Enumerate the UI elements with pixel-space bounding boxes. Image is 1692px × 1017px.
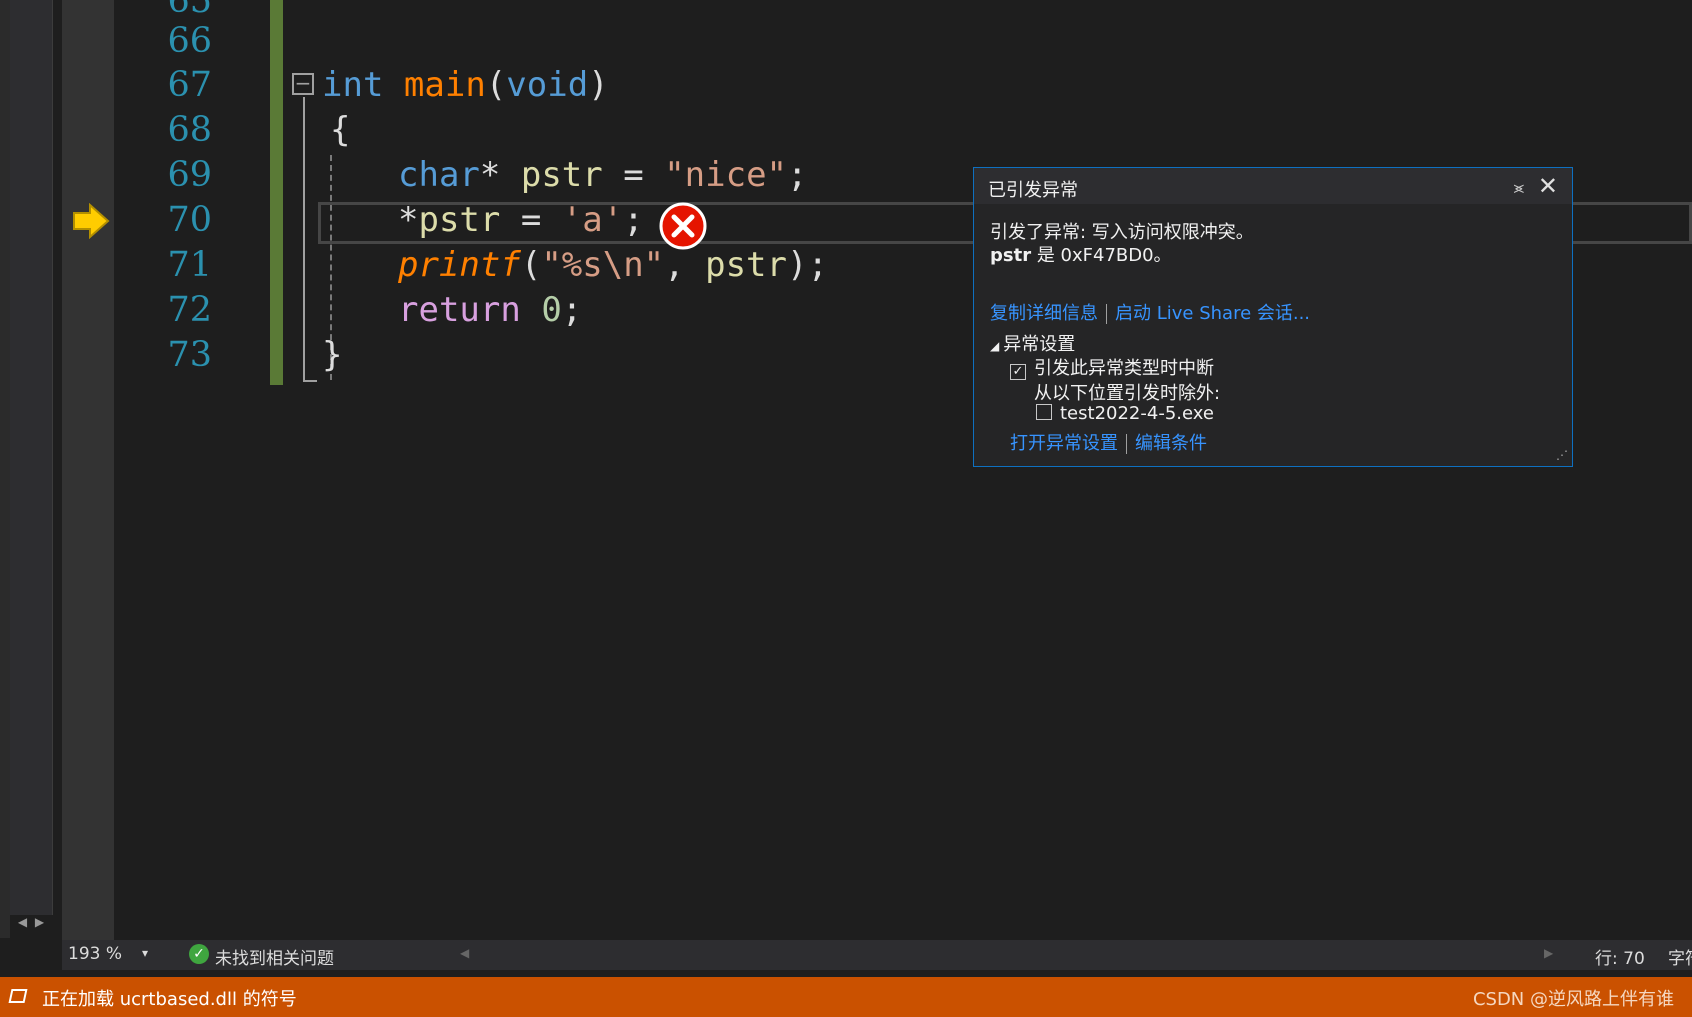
code-token: ; — [623, 200, 644, 240]
resize-grip-icon[interactable]: ⋰ — [1556, 448, 1568, 462]
change-tracking-bar — [270, 0, 283, 385]
exception-footer-links: 打开异常设置 编辑条件 — [1010, 429, 1207, 455]
edit-conditions-link[interactable]: 编辑条件 — [1135, 433, 1207, 454]
scroll-left-icon[interactable]: ◀ — [460, 946, 469, 960]
line-number: 67 — [167, 65, 212, 105]
line-number: 68 — [167, 110, 212, 150]
code-token: ( — [485, 65, 507, 105]
code-token: , — [664, 245, 685, 285]
code-token: ) — [588, 65, 609, 105]
separator — [1106, 304, 1107, 324]
line-number: 69 — [167, 155, 212, 195]
fold-guide — [303, 97, 305, 382]
code-line-72[interactable]: return 0; — [398, 287, 582, 333]
error-icon[interactable] — [659, 202, 707, 250]
code-token: "%s\n" — [541, 245, 665, 285]
module-label: test2022-4-5.exe — [1060, 403, 1214, 424]
exception-titlebar: 已引发异常 ⪤ ✕ — [974, 168, 1572, 204]
code-token: main — [403, 65, 486, 105]
exception-detail: pstr 是 0xF47BD0。 — [990, 241, 1172, 267]
code-token: ; — [561, 290, 583, 330]
code-token: pstr — [705, 245, 787, 285]
close-icon[interactable]: ✕ — [1538, 172, 1558, 200]
scroll-right-arrow-icon[interactable]: ▶ — [35, 915, 44, 929]
code-token: ( — [520, 245, 542, 285]
zoom-level[interactable]: 193 % — [68, 944, 122, 964]
exception-popup[interactable]: 已引发异常 ⪤ ✕ 引发了异常: 写入访问权限冲突。 pstr 是 0xF47B… — [973, 167, 1573, 467]
code-token: pstr — [418, 200, 501, 240]
fold-guide-end — [303, 380, 317, 382]
code-token: ); — [787, 245, 828, 285]
code-token: ; — [787, 155, 808, 195]
live-share-link[interactable]: 启动 Live Share 会话... — [1115, 303, 1310, 324]
code-token: int — [322, 65, 384, 105]
scroll-arrows[interactable]: ◀ ▶ — [10, 910, 52, 934]
break-on-exception-row[interactable]: ✓ 引发此异常类型时中断 — [1010, 354, 1214, 380]
line-number: 71 — [167, 245, 212, 285]
code-token: pstr — [520, 155, 603, 195]
line-position: 行: 70 — [1595, 949, 1645, 969]
exception-value: 是 0xF47BD0。 — [1031, 245, 1172, 266]
open-exception-settings-link[interactable]: 打开异常设置 — [1010, 433, 1118, 454]
glyph-margin[interactable] — [62, 0, 114, 940]
code-line-73[interactable]: } — [322, 332, 342, 378]
collapse-triangle-icon[interactable]: ◢ — [990, 339, 999, 353]
line-number: 73 — [167, 335, 212, 375]
code-token: return — [398, 290, 521, 330]
check-circle-icon: ✓ — [189, 944, 209, 964]
code-token: } — [322, 335, 343, 375]
collapse-toggle-icon[interactable]: − — [292, 73, 314, 95]
module-checkbox[interactable] — [1036, 404, 1052, 420]
code-token: char — [398, 155, 480, 195]
code-line-67[interactable]: int main(void) — [322, 62, 609, 108]
scroll-left-arrow-icon[interactable]: ◀ — [18, 915, 27, 929]
exception-settings-label: 异常设置 — [1003, 334, 1076, 355]
module-row[interactable]: test2022-4-5.exe — [1036, 403, 1214, 424]
scroll-right-icon[interactable]: ▶ — [1544, 946, 1553, 960]
line-number: 72 — [167, 290, 212, 330]
break-checkbox[interactable]: ✓ — [1010, 364, 1026, 380]
code-token: = — [623, 155, 644, 195]
code-token: "nice" — [664, 155, 788, 195]
except-from-label: 从以下位置引发时除外: — [1034, 383, 1221, 404]
code-line-70[interactable]: *pstr = 'a'; — [398, 197, 644, 243]
line-number: 66 — [167, 21, 212, 61]
break-checkbox-label: 引发此异常类型时中断 — [1034, 358, 1214, 379]
code-token: = — [520, 200, 542, 240]
exception-settings-header[interactable]: ◢ 异常设置 — [990, 330, 1075, 356]
exception-variable: pstr — [990, 245, 1032, 266]
code-line-69[interactable]: char* pstr = "nice"; — [398, 152, 808, 198]
issues-status[interactable]: 未找到相关问题 — [215, 944, 334, 969]
line-number: 70 — [167, 200, 212, 240]
status-ready-icon — [8, 989, 28, 1003]
exception-links: 复制详细信息 启动 Live Share 会话... — [990, 299, 1310, 325]
zoom-dropdown-icon[interactable]: ▾ — [142, 946, 148, 960]
code-token: 0 — [541, 290, 562, 330]
pin-icon[interactable]: ⪤ — [1514, 178, 1524, 198]
current-statement-arrow-icon — [73, 203, 110, 239]
code-token: void — [506, 65, 589, 105]
code-token: 'a' — [561, 200, 624, 240]
watermark: CSDN @逆风路上伴有谁 — [1472, 989, 1674, 1010]
code-token: printf — [398, 245, 521, 285]
exception-title: 已引发异常 — [988, 180, 1078, 201]
code-token: * — [398, 200, 419, 240]
vertical-scroll-track[interactable] — [10, 0, 53, 915]
separator — [1126, 434, 1127, 454]
left-edge — [0, 0, 10, 938]
code-line-71[interactable]: printf("%s\n", pstr); — [398, 242, 828, 288]
copy-details-link[interactable]: 复制详细信息 — [990, 303, 1098, 324]
status-message: 正在加载 ucrtbased.dll 的符号 — [42, 989, 297, 1010]
char-position: 字符 — [1668, 949, 1692, 969]
code-token: { — [330, 110, 351, 150]
code-token: * — [479, 155, 501, 195]
code-line-68[interactable]: { — [330, 107, 350, 153]
